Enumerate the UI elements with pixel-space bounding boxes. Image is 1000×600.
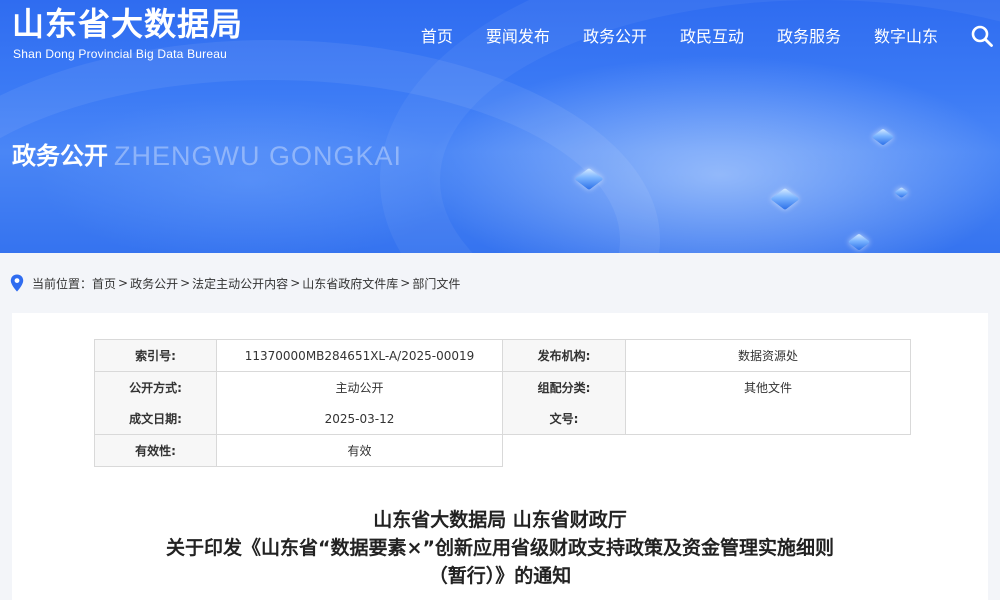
breadcrumb-item-gov-affairs[interactable]: 政务公开 xyxy=(130,275,178,292)
open-mode-value: 主动公开 xyxy=(216,371,503,403)
issuer-label: 发布机构: xyxy=(502,339,626,372)
document-title-line: 关于印发《山东省“数据要素×”创新应用省级财政支持政策及资金管理实施细则 xyxy=(166,537,834,559)
breadcrumb-item-dept-docs[interactable]: 部门文件 xyxy=(412,275,460,292)
nav-interaction[interactable]: 政民互动 xyxy=(680,26,744,48)
nav-gov-affairs[interactable]: 政务公开 xyxy=(583,26,647,48)
document-title-line: （暂行）》的通知 xyxy=(428,565,572,587)
document-title: 山东省大数据局 山东省财政厅 关于印发《山东省“数据要素×”创新应用省级财政支持… xyxy=(12,506,988,590)
breadcrumb-separator: > xyxy=(290,276,301,290)
document-title-line: 山东省大数据局 山东省财政厅 xyxy=(373,509,627,531)
banner-title: 政务公开 xyxy=(12,142,108,170)
open-mode-label: 公开方式: xyxy=(94,371,217,403)
location-pin-icon xyxy=(10,274,24,292)
breadcrumb-item-doc-library[interactable]: 山东省政府文件库 xyxy=(302,275,398,292)
validity-value: 有效 xyxy=(216,434,503,467)
breadcrumb-separator: > xyxy=(118,276,129,290)
nav-news[interactable]: 要闻发布 xyxy=(486,26,550,48)
doc-no-value xyxy=(625,403,911,435)
breadcrumb-label: 当前位置： xyxy=(32,276,93,291)
category-label: 组配分类: xyxy=(502,371,626,403)
site-logo[interactable]: 山东省大数据局 xyxy=(12,4,243,44)
validity-label: 有效性: xyxy=(94,434,217,467)
search-icon[interactable] xyxy=(970,24,994,48)
doc-no-label: 文号: xyxy=(502,403,626,435)
breadcrumb: 当前位置： 首页 > 政务公开 > 法定主动公开内容 > 山东省政府文件库 > … xyxy=(0,253,1000,313)
index-no-label: 索引号: xyxy=(94,339,217,372)
issuer-value: 数据资源处 xyxy=(625,339,911,372)
main-nav: 首页 要闻发布 政务公开 政民互动 政务服务 数字山东 xyxy=(388,26,938,48)
breadcrumb-item-statutory[interactable]: 法定主动公开内容 xyxy=(192,275,288,292)
breadcrumb-separator: > xyxy=(180,276,191,290)
nav-services[interactable]: 政务服务 xyxy=(777,26,841,48)
date-value: 2025-03-12 xyxy=(216,403,503,435)
nav-home[interactable]: 首页 xyxy=(421,26,453,48)
site-logo-en: Shan Dong Provincial Big Data Bureau xyxy=(13,47,227,61)
index-no-value: 11370000MB284651XL-A/2025-00019 xyxy=(216,339,503,372)
breadcrumb-separator: > xyxy=(400,276,411,290)
header-banner: 山东省大数据局 Shan Dong Provincial Big Data Bu… xyxy=(0,0,1000,253)
breadcrumb-item-home[interactable]: 首页 xyxy=(92,275,116,292)
banner-subtitle: ZHENGWU GONGKAI xyxy=(114,141,403,171)
category-value: 其他文件 xyxy=(625,371,911,403)
date-label: 成文日期: xyxy=(94,403,217,435)
content-panel: 索引号: 11370000MB284651XL-A/2025-00019 发布机… xyxy=(12,313,988,600)
nav-digital-shandong[interactable]: 数字山东 xyxy=(874,26,938,48)
table-empty-cell xyxy=(502,434,911,467)
document-meta-table: 索引号: 11370000MB284651XL-A/2025-00019 发布机… xyxy=(94,339,911,467)
